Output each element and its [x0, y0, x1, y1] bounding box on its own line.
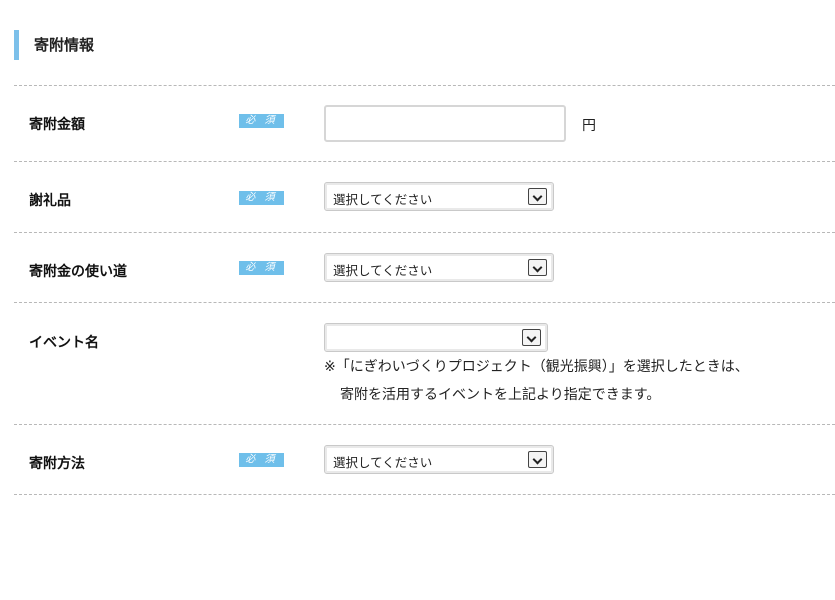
payment-method-select[interactable]: 選択してください [324, 445, 554, 474]
donation-form: 寄附金額 必 須 円 謝礼品 必 須 選択してください 寄附金の使い道 必 須 … [14, 85, 835, 495]
chevron-down-icon[interactable] [528, 188, 547, 205]
donation-amount-label: 寄附金額 [29, 117, 85, 133]
gift-select-value: 選択してください [333, 192, 433, 207]
chevron-down-icon[interactable] [522, 329, 541, 346]
section-title: 寄附情報 [14, 30, 94, 60]
event-select[interactable] [324, 323, 548, 352]
usage-select[interactable]: 選択してください [324, 253, 554, 282]
required-badge: 必 須 [239, 261, 284, 275]
chevron-down-icon[interactable] [528, 259, 547, 276]
chevron-down-icon[interactable] [528, 451, 547, 468]
gift-select[interactable]: 選択してください [324, 182, 554, 211]
event-note-line-2: 寄附を活用するイベントを上記より指定できます。 [340, 387, 661, 403]
donation-amount-input[interactable] [324, 105, 566, 142]
required-badge: 必 須 [239, 191, 284, 205]
required-badge: 必 須 [239, 453, 284, 467]
event-note-line-1: ※「にぎわいづくりプロジェクト（観光振興）」を選択したときは、 [324, 359, 749, 375]
event-label: イベント名 [29, 335, 99, 351]
payment-method-label: 寄附方法 [29, 456, 85, 472]
usage-label: 寄附金の使い道 [29, 264, 127, 280]
yen-unit: 円 [582, 118, 596, 134]
gift-label: 謝礼品 [29, 193, 71, 209]
usage-select-value: 選択してください [333, 263, 433, 278]
payment-method-select-value: 選択してください [333, 455, 433, 470]
required-badge: 必 須 [239, 114, 284, 128]
row-usage: 寄附金の使い道 必 須 選択してください [14, 232, 835, 302]
event-note: ※「にぎわいづくりプロジェクト（観光振興）」を選択したときは、 寄附を活用するイ… [324, 353, 749, 409]
row-event: イベント名 ※「にぎわいづくりプロジェクト（観光振興）」を選択したときは、 寄附… [14, 302, 835, 424]
row-payment-method: 寄附方法 必 須 選択してください [14, 424, 835, 495]
row-gift: 謝礼品 必 須 選択してください [14, 161, 835, 232]
row-donation-amount: 寄附金額 必 須 円 [14, 85, 835, 161]
